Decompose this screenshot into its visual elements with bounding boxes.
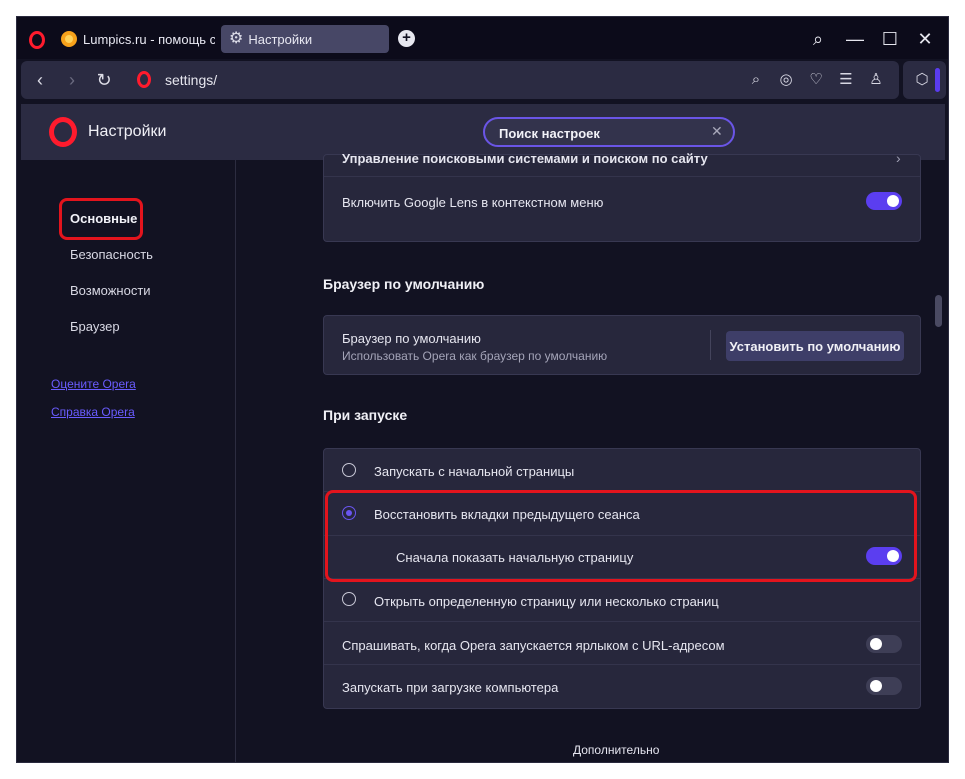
- default-browser-row-subtitle: Использовать Opera как браузер по умолча…: [342, 349, 608, 363]
- launch-on-boot-toggle[interactable]: [866, 677, 902, 695]
- google-lens-toggle[interactable]: [866, 192, 902, 210]
- sidebar-item-security[interactable]: Безопасность: [70, 247, 153, 262]
- address-bar: ‹ › ↻ settings/ ⌕ ◎ ♡ ☰ ♙: [21, 61, 899, 99]
- reload-button[interactable]: ↻: [93, 68, 115, 92]
- back-button[interactable]: ‹: [29, 68, 51, 92]
- opera-help-link[interactable]: Справка Opera: [51, 405, 135, 419]
- sidebar-accent-bar: [935, 68, 940, 92]
- sidebar-item-features[interactable]: Возможности: [70, 283, 151, 298]
- toggle-knob: [887, 195, 899, 207]
- heart-icon[interactable]: ♡: [805, 69, 827, 91]
- new-tab-button[interactable]: +: [398, 30, 415, 47]
- page-title: Настройки: [88, 123, 167, 140]
- rate-opera-link[interactable]: Оцените Opera: [51, 377, 136, 391]
- chevron-right-icon: ›: [896, 150, 901, 166]
- close-button[interactable]: ✕: [913, 27, 937, 51]
- forward-button[interactable]: ›: [61, 68, 83, 92]
- default-browser-row-title: Браузер по умолчанию: [342, 331, 481, 346]
- url-field[interactable]: settings/: [165, 72, 217, 88]
- set-default-button[interactable]: Установить по умолчанию: [726, 331, 904, 361]
- scrollbar-thumb[interactable]: [935, 295, 942, 327]
- search-engines-card: Управление поисковыми системами и поиско…: [323, 150, 921, 242]
- vertical-separator: [710, 330, 711, 360]
- browser-window: Lumpics.ru - помощь с ко ⚙ Настройки + ⌕…: [16, 16, 949, 763]
- settings-sidebar: Основные Безопасность Возможности Браузе…: [17, 160, 236, 762]
- minimize-button[interactable]: —: [843, 27, 867, 51]
- settings-search-box[interactable]: ✕: [483, 117, 735, 147]
- tab-label: Настройки: [248, 31, 313, 47]
- toggle-knob: [870, 638, 882, 650]
- tab-lumpics[interactable]: Lumpics.ru - помощь с ко: [53, 25, 215, 53]
- lumpics-favicon-icon: [61, 31, 77, 47]
- opera-menu-icon[interactable]: [29, 31, 45, 49]
- extensions-area: ⬡: [903, 61, 946, 99]
- profile-icon[interactable]: ♙: [865, 69, 887, 91]
- sidebar-item-browser[interactable]: Браузер: [70, 319, 120, 334]
- opera-logo-icon: [49, 117, 77, 147]
- startup-option-start-page[interactable]: Запускать с начальной страницы: [374, 464, 574, 479]
- default-browser-card: Браузер по умолчанию Использовать Opera …: [323, 315, 921, 375]
- startup-radio-start-page[interactable]: [342, 463, 356, 477]
- google-lens-label: Включить Google Lens в контекстном меню: [342, 195, 604, 210]
- gear-icon: ⚙: [229, 30, 244, 47]
- ask-url-label: Спрашивать, когда Opera запускается ярлы…: [342, 638, 725, 653]
- divider: [324, 176, 920, 177]
- page-search-icon[interactable]: ⌕: [745, 69, 767, 91]
- settings-search-input[interactable]: [499, 124, 699, 142]
- ask-url-toggle[interactable]: [866, 635, 902, 653]
- extensions-cube-icon[interactable]: ⬡: [911, 69, 933, 91]
- easy-setup-icon[interactable]: ☰: [835, 69, 857, 91]
- startup-option-specific-pages[interactable]: Открыть определенную страницу или нескол…: [374, 594, 719, 609]
- divider: [324, 664, 920, 665]
- divider: [324, 621, 920, 622]
- manage-search-engines-label[interactable]: Управление поисковыми системами и поиско…: [342, 151, 708, 166]
- tab-search-icon[interactable]: ⌕: [806, 27, 830, 51]
- default-browser-section-title: Браузер по умолчанию: [323, 276, 485, 292]
- tab-label: Lumpics.ru - помощь с ко: [83, 31, 215, 47]
- launch-on-boot-label: Запускать при загрузке компьютера: [342, 680, 559, 695]
- startup-radio-specific-pages[interactable]: [342, 592, 356, 606]
- settings-main: Управление поисковыми системами и поиско…: [237, 150, 948, 762]
- clear-search-icon[interactable]: ✕: [711, 123, 723, 140]
- tab-settings[interactable]: ⚙ Настройки: [221, 25, 389, 53]
- highlight-annotation: [59, 198, 143, 240]
- advanced-settings-link[interactable]: Дополнительно: [573, 743, 659, 757]
- startup-section-title: При запуске: [323, 407, 408, 423]
- opera-site-icon: [137, 71, 151, 88]
- tab-bar: Lumpics.ru - помощь с ко ⚙ Настройки + ⌕…: [17, 17, 948, 59]
- toggle-knob: [870, 680, 882, 692]
- highlight-annotation: [325, 490, 917, 582]
- snapshot-camera-icon[interactable]: ◎: [775, 69, 797, 91]
- maximize-button[interactable]: ☐: [878, 27, 902, 51]
